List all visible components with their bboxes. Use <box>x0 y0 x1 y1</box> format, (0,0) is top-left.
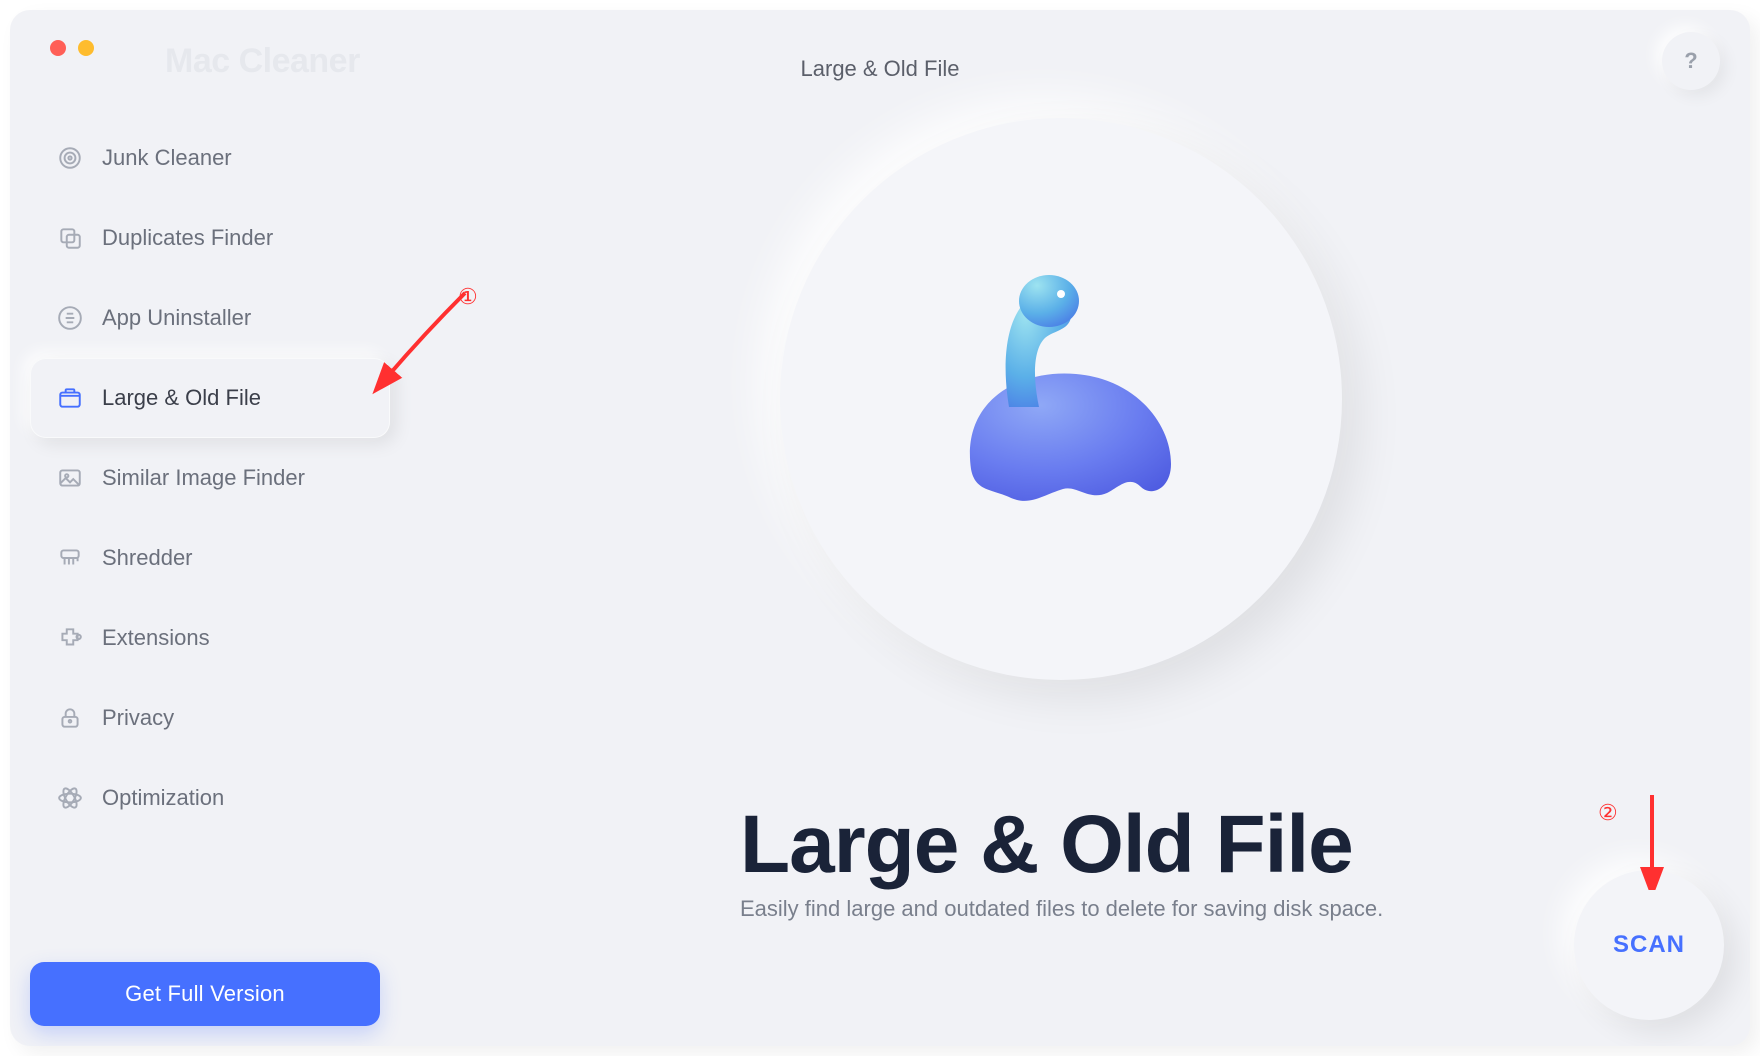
question-icon: ? <box>1684 48 1697 74</box>
sidebar-item-shredder[interactable]: Shredder <box>30 518 390 598</box>
sidebar-item-label: Large & Old File <box>102 385 261 411</box>
sidebar-item-label: Similar Image Finder <box>102 465 305 491</box>
sidebar-item-label: Optimization <box>102 785 224 811</box>
sidebar-item-junk-cleaner[interactable]: Junk Cleaner <box>30 118 390 198</box>
atom-icon <box>56 784 84 812</box>
sidebar: Junk Cleaner Duplicates Finder App Unins… <box>30 118 390 838</box>
sidebar-item-large-old-file[interactable]: Large & Old File <box>30 358 390 438</box>
get-full-version-button[interactable]: Get Full Version <box>30 962 380 1026</box>
sidebar-item-similar-image-finder[interactable]: Similar Image Finder <box>30 438 390 518</box>
sidebar-item-label: Privacy <box>102 705 174 731</box>
annotation-number-1: ① <box>458 284 478 310</box>
sidebar-item-label: Junk Cleaner <box>102 145 232 171</box>
main-heading: Large & Old File <box>740 798 1353 892</box>
folder-icon <box>56 384 84 412</box>
sidebar-item-extensions[interactable]: Extensions <box>30 598 390 678</box>
sidebar-item-app-uninstaller[interactable]: App Uninstaller <box>30 278 390 358</box>
mascot-illustration <box>780 118 1342 680</box>
minimize-window-button[interactable] <box>78 40 94 56</box>
sidebar-item-label: Extensions <box>102 625 210 651</box>
annotation-number-2: ② <box>1598 800 1618 826</box>
traffic-lights <box>50 40 94 56</box>
sidebar-item-label: Duplicates Finder <box>102 225 273 251</box>
sidebar-item-privacy[interactable]: Privacy <box>30 678 390 758</box>
app-badge-icon <box>56 304 84 332</box>
close-window-button[interactable] <box>50 40 66 56</box>
sidebar-item-optimization[interactable]: Optimization <box>30 758 390 838</box>
titlebar: Mac Cleaner Large & Old File ? <box>10 10 1750 86</box>
app-window: Mac Cleaner Large & Old File ? Junk Clea… <box>10 10 1750 1046</box>
help-button[interactable]: ? <box>1662 32 1720 90</box>
scan-button[interactable]: SCAN <box>1574 870 1724 1020</box>
target-icon <box>56 144 84 172</box>
image-icon <box>56 464 84 492</box>
page-title: Large & Old File <box>10 56 1750 82</box>
sidebar-item-label: Shredder <box>102 545 193 571</box>
get-full-version-label: Get Full Version <box>125 981 285 1007</box>
sidebar-item-label: App Uninstaller <box>102 305 251 331</box>
sidebar-item-duplicates-finder[interactable]: Duplicates Finder <box>30 198 390 278</box>
shredder-icon <box>56 544 84 572</box>
copy-icon <box>56 224 84 252</box>
scan-label: SCAN <box>1613 931 1685 959</box>
lock-icon <box>56 704 84 732</box>
main-subtitle: Easily find large and outdated files to … <box>740 896 1383 922</box>
puzzle-icon <box>56 624 84 652</box>
